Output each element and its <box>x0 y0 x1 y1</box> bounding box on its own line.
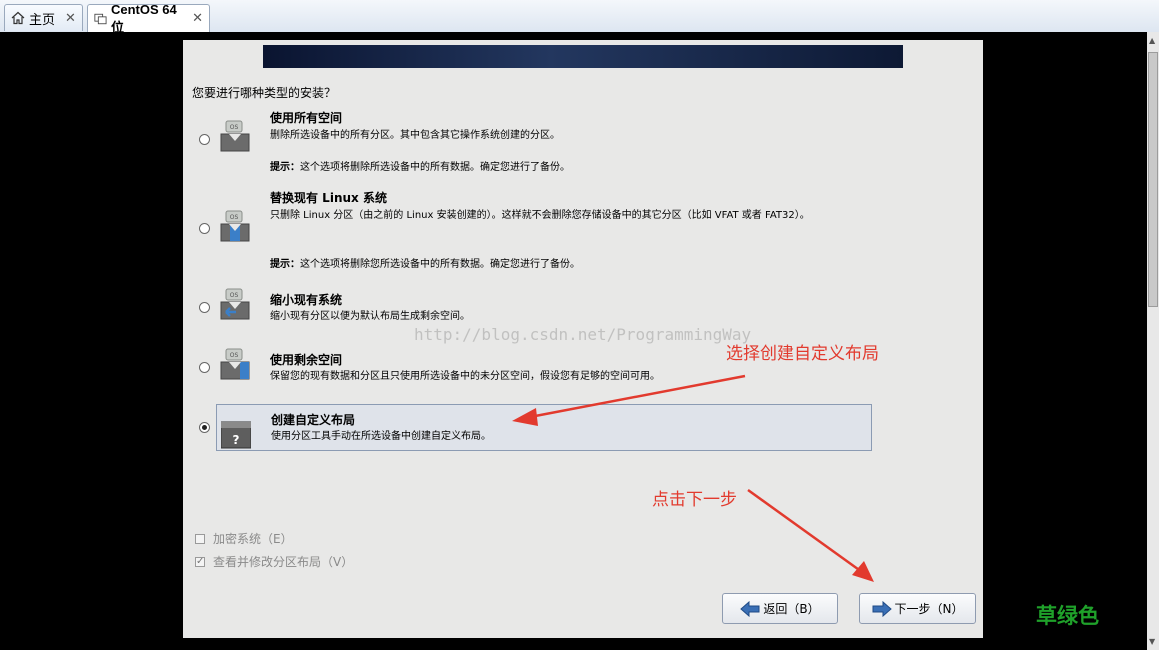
disk-replace-icon: OS <box>220 210 250 242</box>
radio-shrink-system[interactable] <box>199 302 210 313</box>
disk-os-label: OS <box>230 352 239 359</box>
disk-shrink-icon: OS <box>220 288 250 320</box>
review-layout-label: 查看并修改分区布局（V） <box>213 555 354 569</box>
tab-home[interactable]: 主页 ✕ <box>4 4 83 31</box>
disk-os-icon: OS <box>220 120 250 152</box>
close-icon[interactable]: ✕ <box>65 11 76 26</box>
header-banner <box>263 45 903 68</box>
tab-bar: 主页 ✕ CentOS 64 位 ✕ <box>0 0 1159 35</box>
back-button-label: 返回（B） <box>763 602 820 616</box>
option-description: 保留您的现有数据和分区且只使用所选设备中的未分区空间，假设您有足够的空间可用。 <box>270 371 660 382</box>
watermark-text: http://blog.csdn.net/ProgrammingWay <box>414 325 752 344</box>
radio-replace-linux[interactable] <box>199 223 210 234</box>
hint-text: 这个选项将删除您所选设备中的所有数据。确定您进行了备份。 <box>300 259 580 270</box>
scroll-down-icon[interactable]: ▼ <box>1149 637 1155 646</box>
radio-custom-layout[interactable] <box>199 422 210 433</box>
option-hint: 提示：这个选项将删除您所选设备中的所有数据。确定您进行了备份。 <box>270 255 580 270</box>
disk-custom-icon: ? <box>221 421 251 449</box>
radio-use-all-space[interactable] <box>199 134 210 145</box>
back-button[interactable]: 返回（B） <box>722 593 838 624</box>
review-layout-checkbox[interactable]: ✓ <box>195 556 205 567</box>
hint-text: 这个选项将删除所选设备中的所有数据。确定您进行了备份。 <box>300 162 570 173</box>
option-shrink-system[interactable]: OS 缩小现有系统 缩小现有分区以便为默认布局生成剩余空间。 <box>216 286 872 330</box>
question-mark-label: ? <box>233 433 240 447</box>
option-description: 缩小现有分区以便为默认布局生成剩余空间。 <box>270 311 470 322</box>
annotation-click-next: 点击下一步 <box>652 490 737 510</box>
option-description: 删除所选设备中的所有分区。其中包含其它操作系统创建的分区。 <box>270 130 560 141</box>
next-button-label: 下一步（N） <box>894 602 964 616</box>
option-description: 使用分区工具手动在所选设备中创建自定义布局。 <box>271 431 491 442</box>
option-title: 创建自定义布局 <box>271 413 356 427</box>
option-use-all-space[interactable]: OS 使用所有空间 删除所选设备中的所有分区。其中包含其它操作系统创建的分区。 … <box>216 104 872 182</box>
install-type-question: 您要进行哪种类型的安装？ <box>192 86 337 100</box>
hint-label: 提示： <box>270 162 300 173</box>
option-title: 替换现有 Linux 系统 <box>270 191 387 205</box>
disk-os-label: OS <box>230 214 239 221</box>
home-icon <box>11 11 25 25</box>
arrow-left-icon <box>740 600 760 617</box>
option-hint: 提示：这个选项将删除所选设备中的所有数据。确定您进行了备份。 <box>270 158 570 173</box>
option-replace-linux[interactable]: OS 替换现有 Linux 系统 只删除 Linux 分区（由之前的 Linux… <box>216 186 872 276</box>
scrollbar-thumb[interactable] <box>1148 52 1158 307</box>
encrypt-system-label: 加密系统（E） <box>213 532 293 546</box>
vertical-scrollbar[interactable]: ▲ ▼ <box>1147 32 1159 650</box>
tab-home-label: 主页 <box>29 11 56 27</box>
review-layout-row: ✓ 查看并修改分区布局（V） <box>195 553 353 570</box>
disk-os-label: OS <box>230 124 239 131</box>
scroll-up-icon[interactable]: ▲ <box>1149 36 1155 45</box>
option-title: 使用所有空间 <box>270 111 343 125</box>
tab-centos[interactable]: CentOS 64 位 ✕ <box>87 2 210 35</box>
next-button[interactable]: 下一步（N） <box>859 593 976 624</box>
disk-free-icon: OS <box>220 348 250 380</box>
disk-os-label: OS <box>230 292 239 299</box>
encrypt-system-checkbox[interactable] <box>195 533 205 544</box>
option-title: 使用剩余空间 <box>270 353 343 367</box>
tab-centos-label: CentOS 64 位 <box>110 1 177 35</box>
encrypt-system-row: 加密系统（E） <box>195 530 293 547</box>
green-label: 草绿色 <box>1036 604 1099 628</box>
vm-icon <box>94 13 107 24</box>
option-custom-layout[interactable]: ? 创建自定义布局 使用分区工具手动在所选设备中创建自定义布局。 <box>216 404 872 451</box>
option-description: 只删除 Linux 分区（由之前的 Linux 安装创建的）。这样就不会删除您存… <box>270 210 810 221</box>
close-icon[interactable]: ✕ <box>192 11 203 26</box>
arrow-right-icon <box>872 600 892 617</box>
hint-label: 提示： <box>270 259 300 270</box>
option-title: 缩小现有系统 <box>270 293 343 307</box>
radio-use-free-space[interactable] <box>199 362 210 373</box>
annotation-choose-custom: 选择创建自定义布局 <box>726 344 879 364</box>
